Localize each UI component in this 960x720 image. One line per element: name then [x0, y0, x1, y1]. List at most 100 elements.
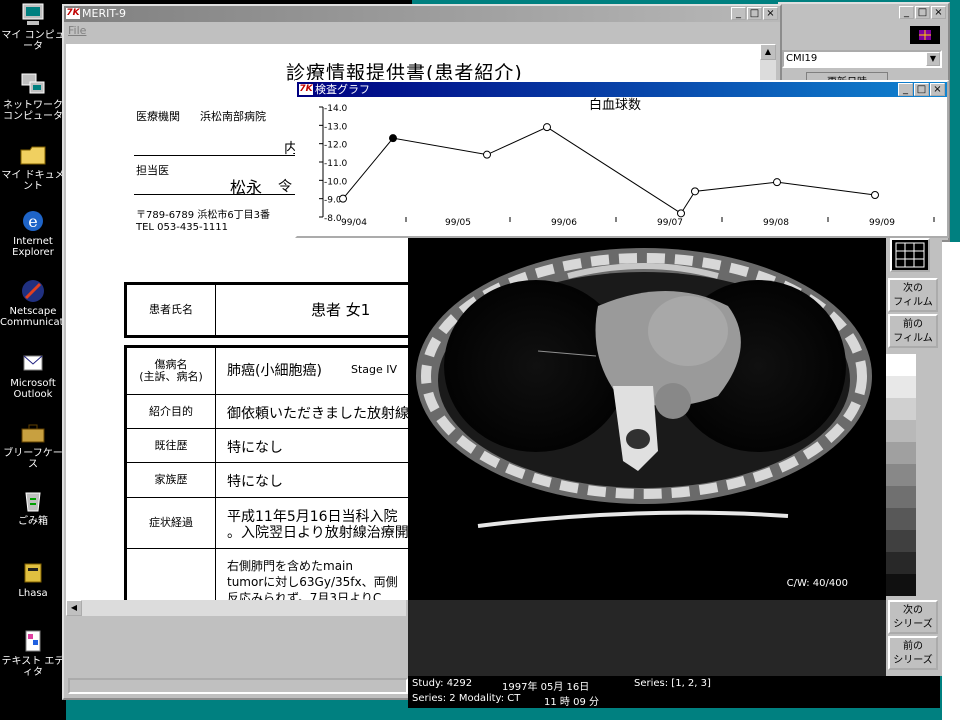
grayscale-swatch — [886, 552, 916, 574]
institution-name: 浜松南部病院 — [200, 110, 266, 123]
wbc-line-chart: 白血球数-14.0-13.0-12.0-11.0-10.0-9.0-8.0 99/… — [319, 97, 935, 228]
row-value-line: 反応みられず。7月3日よりC — [227, 591, 382, 600]
desktop-icon-label: Microsoft Outlook — [10, 378, 56, 400]
x-tick-label: 99/07 — [657, 218, 683, 228]
right-window-controls: _ □ × — [898, 6, 946, 19]
minimize-button[interactable]: _ — [899, 6, 914, 19]
desktop-icon-lhasa[interactable]: Lhasa — [0, 560, 66, 599]
data-point — [483, 150, 491, 159]
y-tick-label: -14.0 — [324, 104, 348, 114]
series-select[interactable]: CMI19 ▼ — [782, 50, 942, 68]
netscape-icon — [22, 280, 44, 302]
desktop-icon-network[interactable]: ネットワーク コンピュータ — [0, 72, 66, 122]
desktop-icon-label: マイ ドキュメント — [1, 170, 65, 192]
data-point — [339, 194, 347, 203]
scroll-left-button[interactable]: ◀ — [66, 600, 82, 616]
data-point — [543, 123, 551, 132]
maximize-button[interactable]: □ — [915, 6, 930, 19]
screen-edge — [942, 242, 960, 720]
briefcase-icon — [21, 424, 45, 443]
desktop-icon-briefcase[interactable]: ブリーフケース — [0, 420, 66, 470]
study-time: 11 時 09 分 — [544, 697, 599, 708]
desktop-icon-outlook[interactable]: Microsoft Outlook — [0, 350, 66, 400]
desktop-icon-netscape[interactable]: Netscape Communicator — [0, 278, 74, 328]
desktop-icon-text-editor[interactable]: テキスト エディタ — [0, 628, 66, 678]
desktop-icon-internet-explorer[interactable]: e Internet Explorer — [0, 208, 66, 258]
graph-titlebar: 7K 検査グラフ _ □ × — [297, 82, 947, 97]
ct-image-viewer[interactable]: C/W: 40/400 — [408, 236, 886, 600]
svg-text:e: e — [28, 212, 37, 231]
grayscale-swatch — [886, 574, 916, 596]
maximize-button[interactable]: □ — [914, 83, 929, 96]
study-date: 1997年 05月 16日 — [502, 682, 590, 693]
telephone: TEL 053-435-1111 — [136, 222, 229, 233]
window-icon — [910, 26, 940, 44]
desktop-icon-label: ブリーフケース — [3, 448, 63, 470]
chart-title: 白血球数 — [589, 97, 641, 113]
desktop-icon-label: ネットワーク コンピュータ — [3, 100, 63, 122]
close-button[interactable]: × — [931, 6, 946, 19]
y-tick-label: -12.0 — [324, 141, 348, 151]
data-point — [691, 187, 699, 196]
menu-bar: File — [64, 22, 780, 40]
close-button[interactable]: × — [763, 7, 778, 20]
main-titlebar: 7K MERIT-9 _ □ × — [64, 6, 780, 22]
my-documents-icon — [20, 146, 46, 165]
grayscale-swatch — [886, 530, 916, 552]
desktop-icon-label: テキスト エディタ — [1, 656, 65, 678]
y-tick-label: -11.0 — [324, 159, 348, 169]
scroll-up-button[interactable]: ▲ — [760, 44, 776, 60]
grayscale-swatch — [886, 486, 916, 508]
next-series-button[interactable]: 次の シリーズ — [888, 600, 938, 634]
minimize-button[interactable]: _ — [731, 7, 746, 20]
previous-film-button[interactable]: 前の フィルム — [888, 314, 938, 348]
series-line — [342, 126, 876, 215]
desktop-icon-recycle-bin[interactable]: ごみ箱 — [0, 488, 66, 527]
institution-label: 医療機関 — [136, 110, 180, 123]
minimize-button[interactable]: _ — [898, 83, 913, 96]
x-tick-label: 99/05 — [445, 218, 471, 228]
grayscale-swatch — [886, 398, 916, 420]
x-tick-label: 99/06 — [551, 218, 577, 228]
previous-series-button[interactable]: 前の シリーズ — [888, 636, 938, 670]
chevron-down-icon[interactable]: ▼ — [926, 52, 940, 66]
desktop-icon-label: Lhasa — [18, 588, 48, 599]
data-point — [677, 209, 685, 218]
grayscale-swatch — [886, 354, 916, 376]
outlook-icon — [23, 355, 43, 371]
x-tick-label: 99/04 — [341, 218, 367, 228]
row-value-line: 右側肺門を含めたmain — [227, 559, 353, 573]
merit-logo-icon: 7K — [299, 84, 313, 95]
data-point — [389, 134, 397, 143]
graph-window-title: 検査グラフ — [315, 83, 370, 96]
close-button[interactable]: × — [930, 83, 945, 96]
desktop-icon-label: Internet Explorer — [12, 236, 54, 258]
row-label: 家族歴 — [127, 463, 216, 497]
x-tick-label: 99/09 — [869, 218, 895, 228]
layout-grid-button[interactable] — [890, 238, 930, 272]
menu-file[interactable]: File — [68, 24, 86, 37]
desktop-icon-label: ごみ箱 — [18, 516, 48, 527]
address: 〒789-6789 浜松市6丁目3番 — [136, 210, 271, 221]
lab-graph-window: 7K 検査グラフ _ □ × 白血球数 -14.0 -13.0 -12.0 -11.0 -… — [295, 80, 949, 238]
divider — [134, 194, 296, 195]
maximize-button[interactable]: □ — [747, 7, 762, 20]
desktop-icon-my-documents[interactable]: マイ ドキュメント — [0, 142, 66, 192]
network-computer-icon — [21, 73, 45, 94]
desktop-icon-my-computer[interactable]: マイ コンピュータ — [0, 2, 66, 52]
grayscale-swatch — [886, 508, 916, 530]
row-label — [127, 549, 216, 600]
document-horizontal-scrollbar[interactable]: ◀ — [66, 600, 406, 616]
recycle-bin-icon — [25, 492, 41, 512]
row-value-line: tumorに対し63Gy/35fx、両側 — [227, 575, 398, 589]
row-value: 特になし — [227, 440, 283, 456]
window-title: MERIT-9 — [82, 7, 127, 20]
data-point — [871, 191, 879, 199]
next-film-button[interactable]: 次の フィルム — [888, 278, 938, 312]
study-number: Study: 4292 — [412, 678, 473, 689]
grayscale-bar — [886, 354, 916, 596]
series-list: Series: [1, 2, 3] — [634, 678, 711, 689]
ct-side-panel: 次の フィルム 前の フィルム 次の シリーズ 前の シリーズ — [886, 236, 942, 676]
series-modality: Series: 2 Modality: CT — [412, 693, 521, 704]
main-window-controls: _ □ × — [730, 7, 778, 20]
